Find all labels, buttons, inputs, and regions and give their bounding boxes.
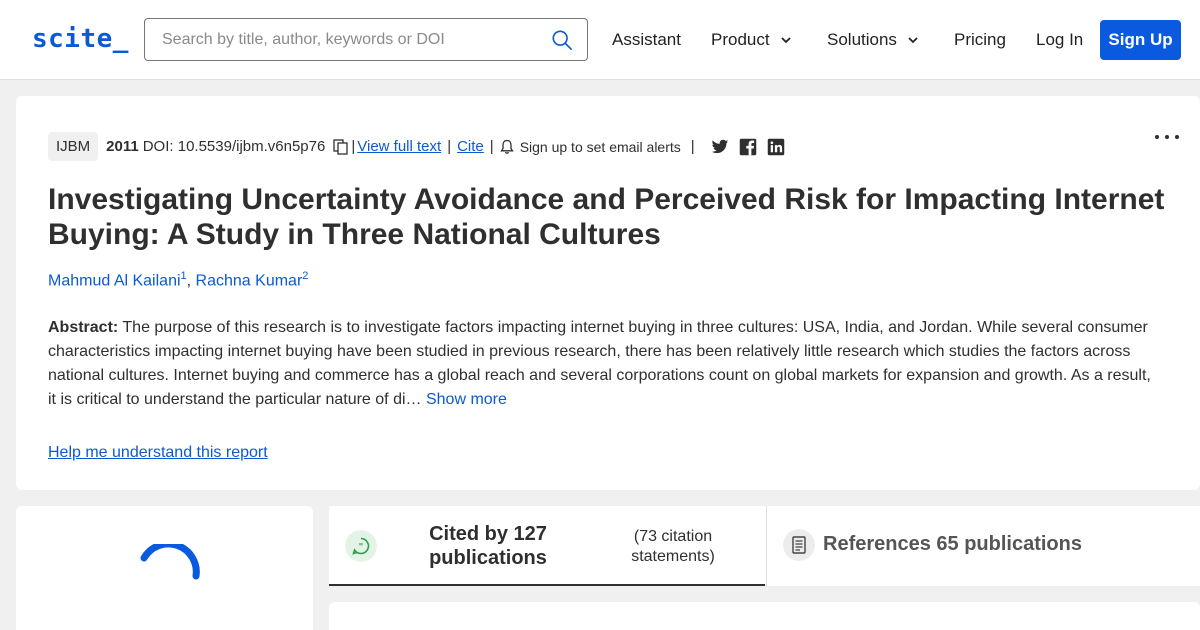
search-icon[interactable] xyxy=(551,29,573,51)
side-panel xyxy=(16,506,313,630)
citation-statements-count: (73 citation statements) xyxy=(631,528,715,565)
nav-pricing-label: Pricing xyxy=(954,30,1006,49)
chat-bubble-icon: " xyxy=(345,530,377,562)
linkedin-icon[interactable] xyxy=(767,138,785,156)
nav-solutions-label: Solutions xyxy=(827,30,897,49)
references-count: References 65 publications xyxy=(823,533,1082,555)
abstract-label: Abstract: xyxy=(48,319,119,336)
separator: | xyxy=(351,138,356,155)
nav-product[interactable]: Product xyxy=(711,30,792,50)
chevron-down-icon xyxy=(780,37,791,44)
view-full-text-link[interactable]: View full text xyxy=(357,138,441,155)
more-options-icon[interactable] xyxy=(1154,132,1180,142)
help-understand-report-link[interactable]: Help me understand this report xyxy=(48,444,268,462)
email-alerts-link[interactable]: Sign up to set email alerts xyxy=(520,139,681,155)
login-label: Log In xyxy=(1036,30,1084,49)
search-box[interactable] xyxy=(144,18,588,61)
tab-references[interactable]: References 65 publications xyxy=(766,506,1200,586)
top-navigation-bar: scite_ Assistant Product Solutions Prici… xyxy=(0,0,1200,80)
citation-tabs: " Cited by 127 publications (73 citation… xyxy=(329,506,1200,586)
abstract-text: The purpose of this research is to inves… xyxy=(48,319,1151,408)
signup-button[interactable]: Sign Up xyxy=(1100,20,1181,60)
nav-solutions[interactable]: Solutions xyxy=(827,30,919,50)
separator: | xyxy=(489,138,494,155)
nav-pricing[interactable]: Pricing xyxy=(954,30,1006,50)
cited-by-count: Cited by 127 publications xyxy=(429,523,547,569)
abstract: Abstract: The purpose of this research i… xyxy=(48,316,1158,412)
tab-cited-by[interactable]: " Cited by 127 publications (73 citation… xyxy=(329,506,765,586)
author-list: Mahmud Al Kailani1, Rachna Kumar2 xyxy=(48,270,308,290)
paper-card: IJBM 2011 DOI: 10.5539/ijbm.v6n5p76 | Vi… xyxy=(16,96,1200,490)
search-input[interactable] xyxy=(145,19,535,60)
scite-logo[interactable]: scite_ xyxy=(32,24,129,54)
nav-product-label: Product xyxy=(711,30,770,49)
bell-icon[interactable] xyxy=(499,139,514,155)
author-affiliation-number: 2 xyxy=(302,270,309,282)
author-link[interactable]: Rachna Kumar xyxy=(196,272,303,289)
publication-year: 2011 xyxy=(106,138,139,155)
journal-badge[interactable]: IJBM xyxy=(48,132,99,161)
separator: | xyxy=(690,138,695,155)
paper-title: Investigating Uncertainty Avoidance and … xyxy=(48,183,1165,251)
twitter-icon[interactable] xyxy=(711,138,729,156)
facebook-icon[interactable] xyxy=(739,138,757,156)
author-link[interactable]: Mahmud Al Kailani xyxy=(48,272,181,289)
copy-icon[interactable] xyxy=(333,138,349,155)
author-separator: , xyxy=(186,272,192,290)
login-link[interactable]: Log In xyxy=(1036,30,1083,50)
doi-text: DOI: 10.5539/ijbm.v6n5p76 xyxy=(142,138,326,155)
citation-list-area xyxy=(329,602,1200,630)
loading-spinner xyxy=(140,544,200,580)
nav-assistant-label: Assistant xyxy=(612,30,681,49)
paper-meta-row: IJBM 2011 DOI: 10.5539/ijbm.v6n5p76 | Vi… xyxy=(48,132,785,161)
separator: | xyxy=(447,138,452,155)
show-more-link[interactable]: Show more xyxy=(426,391,507,408)
chevron-down-icon xyxy=(908,37,918,44)
svg-text:": " xyxy=(359,543,364,553)
document-icon xyxy=(783,529,815,561)
nav-assistant[interactable]: Assistant xyxy=(612,30,681,50)
cite-link[interactable]: Cite xyxy=(457,138,484,155)
